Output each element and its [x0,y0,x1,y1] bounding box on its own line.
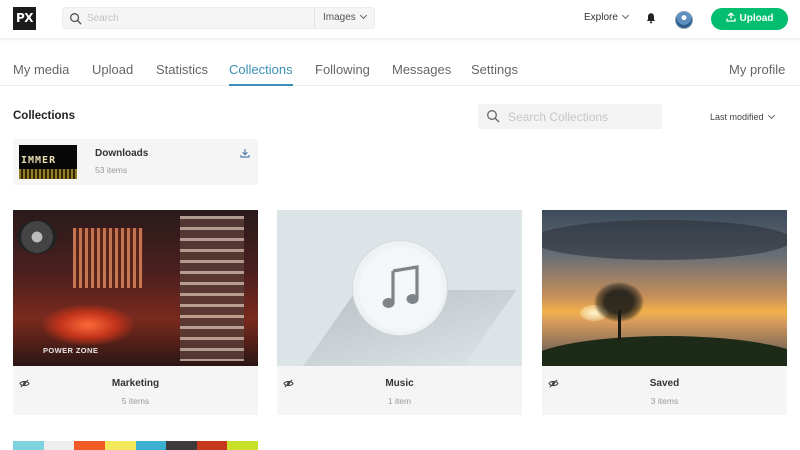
explore-label: Explore [584,12,618,23]
music-note-icon [382,265,419,308]
tab-following[interactable]: Following [315,62,370,86]
downloads-thumbnail: IMMER [19,145,77,179]
fan-shape [17,220,57,254]
tree-trunk-shape [618,310,621,340]
search-bar: Images [62,7,375,29]
collection-name: Saved [649,378,680,389]
collection-name: Music [385,378,414,389]
upload-button-label: Upload [739,13,774,24]
tab-messages[interactable]: Messages [392,62,451,86]
collection-count: 3 items [650,396,679,406]
chevron-down-icon [359,11,367,20]
avatar[interactable] [675,11,693,29]
search-type-select[interactable]: Images [314,8,374,28]
sort-dropdown[interactable]: Last modified [710,111,775,122]
palette-swatch [104,441,136,450]
tab-my-media[interactable]: My media [13,62,69,86]
collection-count: 5 items [121,396,150,406]
tab-statistics[interactable]: Statistics [156,62,208,86]
upload-button[interactable]: Upload [711,8,788,30]
tab-upload[interactable]: Upload [92,62,133,86]
palette-swatch [43,441,75,450]
upload-icon [725,12,736,22]
collection-name: Marketing [111,378,160,389]
tab-settings[interactable]: Settings [471,62,518,86]
sort-label: Last modified [710,112,764,122]
downloads-collection-card[interactable]: IMMER Downloads 53 items [13,139,258,185]
circuit-shape [73,228,143,288]
profile-tabs: My media Upload Statistics Collections F… [0,52,800,86]
collections-title: Collections [13,110,75,122]
downloads-name: Downloads [95,148,149,159]
collection-count: 1 item [387,396,412,406]
cloud-shape [542,220,787,260]
palette-swatch [13,441,44,450]
thumbnail-text: POWER ZONE [43,346,99,355]
palette-swatch [74,441,105,450]
collection-card-partial[interactable] [13,441,258,450]
search-input[interactable] [87,10,312,26]
palette-swatch [196,441,228,450]
rack-shape [180,216,244,361]
search-icon [70,13,82,25]
chevron-down-icon [621,11,629,20]
glow-shape [43,305,133,345]
search-type-label: Images [323,12,356,23]
collection-thumbnail [277,210,522,366]
downloads-count: 53 items [95,165,128,175]
downloads-thumbnail-text: IMMER [21,155,57,166]
collection-thumbnail [542,210,787,366]
music-disc [352,240,448,336]
collection-card-saved[interactable]: Saved 3 items [542,210,787,415]
palette-swatch [135,441,167,450]
collection-thumbnail: POWER ZONE [13,210,258,366]
palette-swatch [227,441,258,450]
chevron-down-icon [767,111,775,120]
collections-search-input[interactable] [508,108,658,125]
collection-card-music[interactable]: Music 1 item [277,210,522,415]
explore-menu[interactable]: Explore [584,11,629,23]
hill-shape [542,336,787,366]
search-icon [487,110,500,123]
my-profile-link[interactable]: My profile [729,62,785,86]
top-bar: PX Images Explore Upload [0,0,800,38]
tab-collections[interactable]: Collections [229,62,293,86]
collections-search [478,104,662,129]
bell-icon[interactable] [645,12,657,24]
collection-card-marketing[interactable]: POWER ZONE Marketing 5 items [13,210,258,415]
palette-swatch [166,441,197,450]
logo[interactable]: PX [13,7,36,30]
thumbnail-pattern [19,169,77,179]
download-icon [240,149,250,158]
